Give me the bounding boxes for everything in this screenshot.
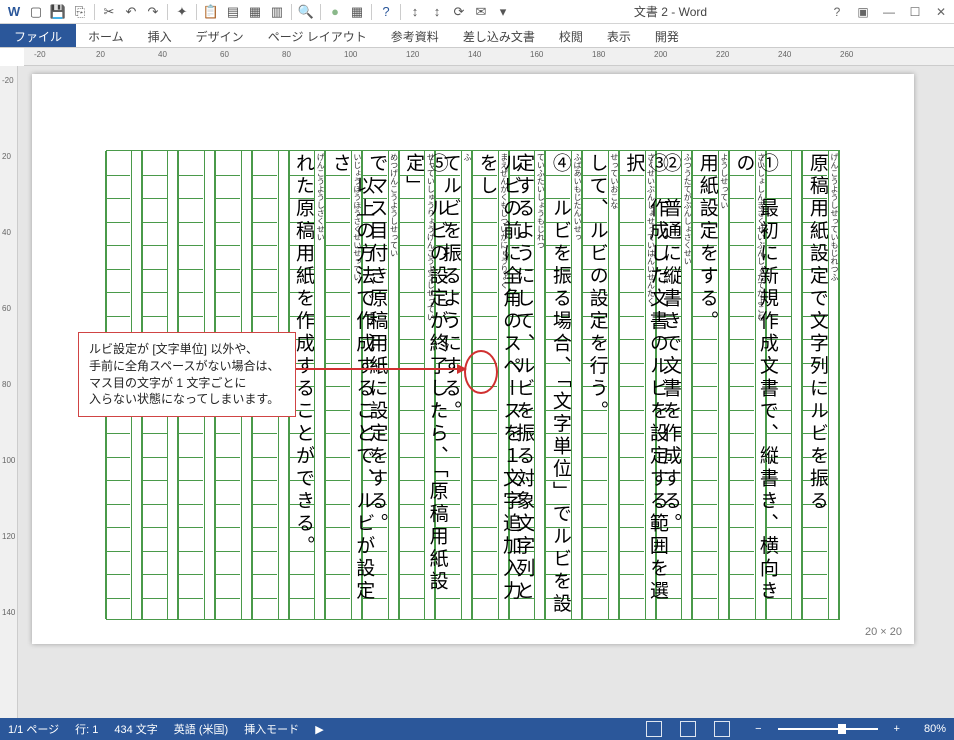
cut-icon[interactable]: ✂ <box>99 2 119 22</box>
dropdown-icon[interactable]: ▾ <box>493 2 513 22</box>
view-print-icon[interactable] <box>680 721 696 737</box>
callout-line: マス目の文字が 1 文字ごとに <box>89 375 285 392</box>
ribbon-toggle-button[interactable]: ▣ <box>854 5 872 19</box>
macro-icon[interactable]: ▶ <box>315 723 323 736</box>
ruby-text: せっていしゅうりょうげんこうようしせってい <box>425 153 435 321</box>
zoom-out-button[interactable]: − <box>755 723 761 735</box>
oval-annotation <box>464 350 498 394</box>
tab-view[interactable]: 表示 <box>595 24 643 47</box>
zoom-level[interactable]: 80% <box>924 723 946 735</box>
ruby-text: まえぜんかくもじついかにゅうりょく <box>499 153 509 289</box>
ruby-text: ようしせってい <box>719 153 729 209</box>
ruby-text: げんこうようしさくせい <box>315 153 325 241</box>
envelope-icon[interactable]: ✉ <box>471 2 491 22</box>
status-page[interactable]: 1/1 ページ <box>8 721 59 737</box>
ruby-text: さいしょしんきさくせいぶんしょたてがよこむ <box>756 153 766 321</box>
status-line[interactable]: 行: 1 <box>75 721 98 737</box>
main-area: -2020406080100120140 原稿用紙設定で文字列にルビを振るげんこ… <box>0 66 954 718</box>
horizontal-ruler[interactable]: -2020406080100120140160180200220240260 <box>24 48 954 66</box>
tab-design[interactable]: デザイン <box>184 24 256 47</box>
save-all-icon[interactable]: ⎘ <box>70 2 90 22</box>
ruby-text: せっていおこな <box>609 153 619 209</box>
ruby-text: ふばあいもじたんいせっ <box>572 153 582 241</box>
ribbon-tabs: ファイル ホーム 挿入 デザイン ページ レイアウト 参考資料 差し込み文書 校… <box>0 24 954 48</box>
save-icon[interactable]: 💾 <box>48 2 68 22</box>
tab-developer[interactable]: 開発 <box>643 24 691 47</box>
status-chars[interactable]: 434 文字 <box>114 721 157 737</box>
vertical-ruler[interactable]: -2020406080100120140 <box>0 66 18 718</box>
sort2-icon[interactable]: ↕ <box>427 2 447 22</box>
view-read-icon[interactable] <box>646 721 662 737</box>
tab-insert[interactable]: 挿入 <box>136 24 184 47</box>
layout-icon[interactable]: ▤ <box>223 2 243 22</box>
document-page[interactable]: 原稿用紙設定で文字列にルビを振るげんこうようしせっていもじれつふ① 最初に新規作… <box>32 74 914 644</box>
grid-icon[interactable]: ▦ <box>347 2 367 22</box>
column-text[interactable]: 原稿用紙設定で文字列にルビを振る <box>805 153 829 513</box>
page-viewport[interactable]: 原稿用紙設定で文字列にルビを振るげんこうようしせっていもじれつふ① 最初に新規作… <box>18 66 954 718</box>
window-controls: ? ▣ — ☐ ✕ <box>828 5 950 19</box>
word-icon: W <box>4 2 24 22</box>
ruby-text: げんこうようしせっていもじれつふ <box>829 153 839 281</box>
status-lang[interactable]: 英語 (米国) <box>174 721 228 737</box>
ruby-text: さくせいぶんしょせっていはんいせんたく <box>646 153 656 305</box>
redo-icon[interactable]: ↷ <box>143 2 163 22</box>
callout-line: 手前に全角スペースがない場合は、 <box>89 358 285 375</box>
tab-mailings[interactable]: 差し込み文書 <box>451 24 547 47</box>
ruby-text: めつげんこうようしせってい <box>389 153 399 257</box>
layout3-icon[interactable]: ▥ <box>267 2 287 22</box>
callout-line: ルビ設定が [文字単位] 以外や、 <box>89 341 285 358</box>
title-bar: W ▢ 💾 ⎘ ✂ ↶ ↷ ✦ 📋 ▤ ▦ ▥ 🔍 ● ▦ ? ↕ ↕ ⟳ ✉ … <box>0 0 954 24</box>
view-web-icon[interactable] <box>714 721 730 737</box>
ruby-text: いじょうほうほうさくせいせってい <box>352 153 362 281</box>
zoom-in-button[interactable]: + <box>894 723 900 735</box>
tool-icon[interactable]: ✦ <box>172 2 192 22</box>
tab-home[interactable]: ホーム <box>76 24 136 47</box>
grid-dimensions-label: 20 × 20 <box>865 626 902 638</box>
tab-file[interactable]: ファイル <box>0 24 76 47</box>
callout-line: 入らない状態になってしまいます。 <box>89 391 285 408</box>
minimize-button[interactable]: — <box>880 5 898 19</box>
status-mode[interactable]: 挿入モード <box>244 721 299 737</box>
help-icon[interactable]: ? <box>376 2 396 22</box>
tab-review[interactable]: 校閲 <box>547 24 595 47</box>
circle-icon[interactable]: ● <box>325 2 345 22</box>
maximize-button[interactable]: ☐ <box>906 5 924 19</box>
paste-icon[interactable]: 📋 <box>201 2 221 22</box>
refresh-icon[interactable]: ⟳ <box>449 2 469 22</box>
status-bar: 1/1 ページ 行: 1 434 文字 英語 (米国) 挿入モード ▶ − + … <box>0 718 954 740</box>
help-button[interactable]: ? <box>828 5 846 19</box>
column-text[interactable]: ④ ルビを振る場合、「文字単位」でルビを設 <box>548 153 572 616</box>
quick-access-toolbar: W ▢ 💾 ⎘ ✂ ↶ ↷ ✦ 📋 ▤ ▦ ▥ 🔍 ● ▦ ? ↕ ↕ ⟳ ✉ … <box>4 2 513 22</box>
tab-pagelayout[interactable]: ページ レイアウト <box>256 24 379 47</box>
new-doc-icon[interactable]: ▢ <box>26 2 46 22</box>
zoom-icon[interactable]: 🔍 <box>296 2 316 22</box>
undo-icon[interactable]: ↶ <box>121 2 141 22</box>
window-title: 文書 2 - Word <box>513 3 828 20</box>
sort-icon[interactable]: ↕ <box>405 2 425 22</box>
ruby-text: ふ <box>462 153 472 161</box>
tab-references[interactable]: 参考資料 <box>379 24 451 47</box>
column-text[interactable]: して、ルビの設定を行う。 <box>585 153 609 423</box>
ruby-text: ふつうたてがぶんしょさくせい <box>682 153 692 265</box>
ruby-text: ていふたいしょうもじれつ <box>535 153 545 249</box>
column-text[interactable]: 用紙設定をする。 <box>695 153 719 333</box>
close-button[interactable]: ✕ <box>932 5 950 19</box>
arrow-annotation <box>296 368 466 370</box>
zoom-slider[interactable] <box>778 728 878 730</box>
layout2-icon[interactable]: ▦ <box>245 2 265 22</box>
callout-box: ルビ設定が [文字単位] 以外や、 手前に全角スペースがない場合は、 マス目の文… <box>78 332 296 417</box>
